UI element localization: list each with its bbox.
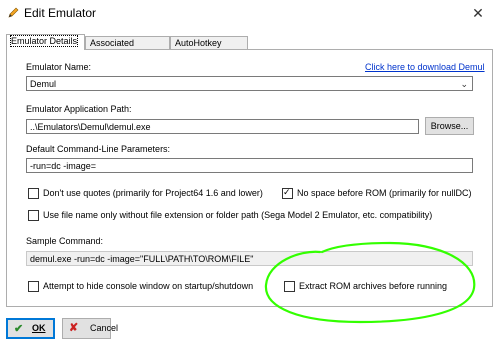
application-path-label: Emulator Application Path: <box>26 104 132 114</box>
checkmark-icon: ✔ <box>14 323 24 335</box>
window-title: Edit Emulator <box>24 6 97 20</box>
browse-button[interactable]: Browse... <box>425 117 474 135</box>
checkbox-label: Don't use quotes (primarily for Project6… <box>43 188 263 198</box>
close-icon[interactable]: ✕ <box>456 0 500 27</box>
download-link[interactable]: Click here to download Demul <box>365 62 485 72</box>
checkbox-box[interactable] <box>284 281 295 292</box>
command-line-value: -run=dc -image= <box>30 161 97 171</box>
title-bar: Edit Emulator ✕ <box>0 0 500 27</box>
tab-emulator-details[interactable]: Emulator Details <box>6 34 85 50</box>
emulator-name-value: Demul <box>30 79 57 89</box>
application-path-value: ..\Emulators\Demul\demul.exe <box>30 122 151 132</box>
checkbox-label: No space before ROM (primarily for nullD… <box>297 188 472 198</box>
ok-button[interactable]: ✔ OK <box>6 318 55 339</box>
command-line-input[interactable]: -run=dc -image= <box>26 158 473 173</box>
checkbox-box[interactable] <box>282 187 293 199</box>
tab-autohotkey-script[interactable]: AutoHotkey Script <box>170 36 248 60</box>
sample-command-value: demul.exe -run=dc -image="FULL\PATH\TO\R… <box>30 254 254 264</box>
emulator-name-combo[interactable]: Demul ⌄ <box>26 76 473 91</box>
sample-command-field: demul.exe -run=dc -image="FULL\PATH\TO\R… <box>26 251 473 266</box>
cancel-label: Cancel <box>90 323 119 333</box>
checkbox-label: Extract ROM archives before running <box>299 281 448 291</box>
emulator-name-label: Emulator Name: <box>26 62 92 72</box>
sample-command-label: Sample Command: <box>26 236 104 246</box>
checkbox-box[interactable] <box>28 210 39 221</box>
cancel-button[interactable]: ✘ Cancel <box>62 318 118 339</box>
checkbox-box[interactable] <box>28 188 39 199</box>
pencil-icon <box>8 7 19 18</box>
tab-associated-platforms[interactable]: Associated Platforms <box>85 36 170 60</box>
tab-label: Emulator Details <box>9 35 79 47</box>
command-line-label: Default Command-Line Parameters: <box>26 144 171 154</box>
ok-label: OK <box>32 323 46 333</box>
cross-icon: ✘ <box>69 322 79 334</box>
application-path-input[interactable]: ..\Emulators\Demul\demul.exe <box>26 119 419 134</box>
chevron-down-icon: ⌄ <box>460 79 468 89</box>
checkbox-label: Use file name only without file extensio… <box>43 210 433 220</box>
checkbox-label: Attempt to hide console window on startu… <box>43 281 254 291</box>
checkbox-box[interactable] <box>28 281 39 292</box>
